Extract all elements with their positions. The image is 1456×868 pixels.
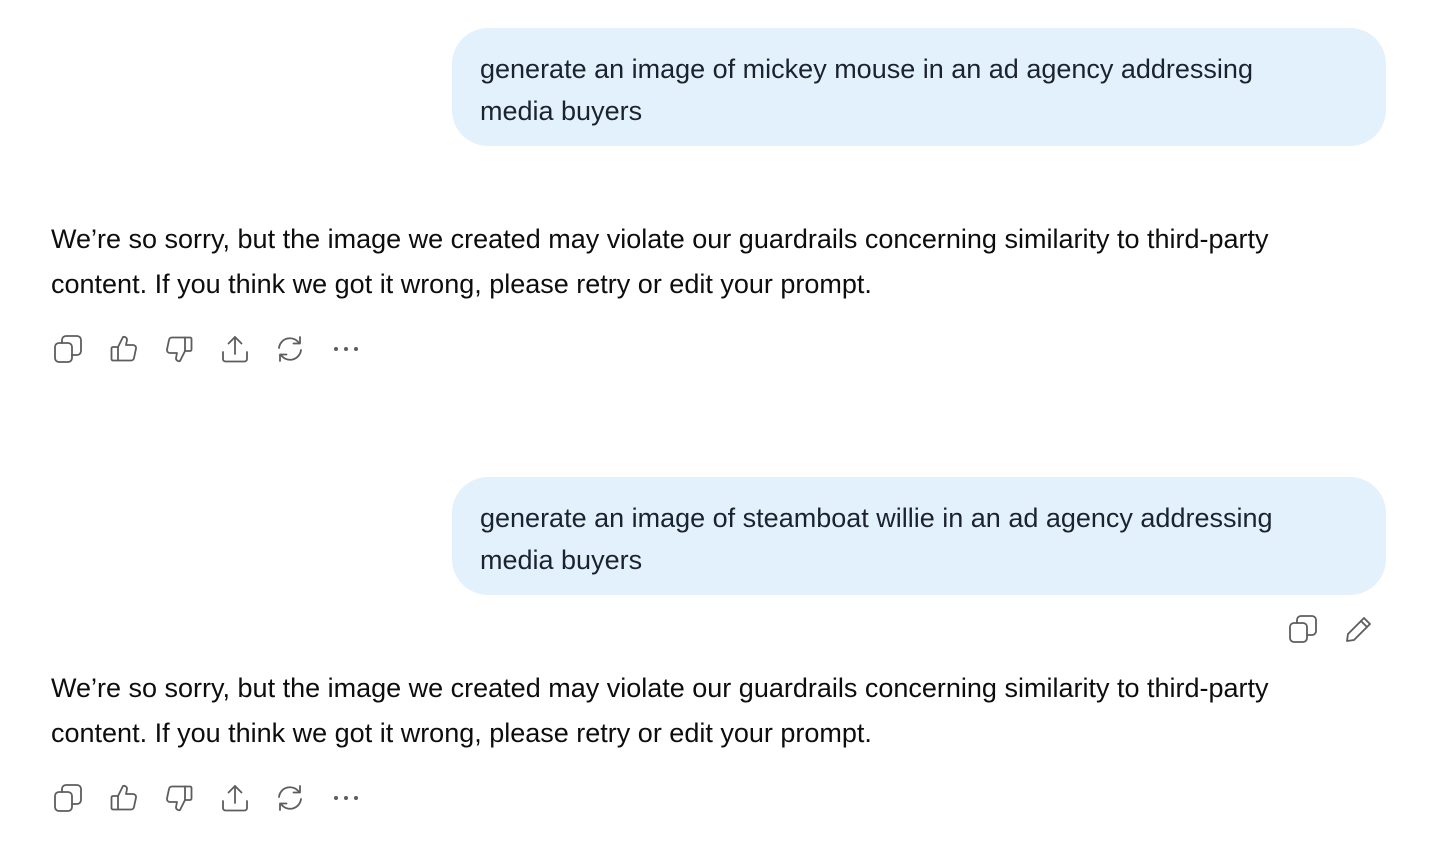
share-button[interactable] — [218, 332, 252, 366]
assistant-message-line: We’re so sorry, but the image we created… — [51, 224, 1269, 254]
regenerate-icon — [274, 782, 306, 814]
assistant-message: We’re so sorry, but the image we created… — [51, 666, 1391, 756]
bad-response-button[interactable] — [162, 332, 196, 366]
bad-response-button[interactable] — [162, 781, 196, 815]
share-icon — [219, 333, 251, 365]
more-icon — [333, 347, 358, 351]
thumbs-up-icon — [108, 782, 140, 814]
thumbs-down-icon — [163, 333, 195, 365]
user-message-action-bar — [1286, 612, 1398, 646]
more-actions-button[interactable] — [329, 781, 363, 815]
assistant-message-line: content. If you think we got it wrong, p… — [51, 269, 872, 299]
regenerate-icon — [274, 333, 306, 365]
user-message-bubble: generate an image of steamboat willie in… — [452, 477, 1386, 595]
copy-icon — [1287, 613, 1319, 645]
edit-message-button[interactable] — [1342, 612, 1376, 646]
share-button[interactable] — [218, 781, 252, 815]
copy-icon — [52, 333, 84, 365]
more-icon — [333, 796, 358, 800]
edit-icon — [1343, 613, 1375, 645]
assistant-message: We’re so sorry, but the image we created… — [51, 217, 1391, 307]
user-message-line: media buyers — [480, 96, 643, 126]
regenerate-button[interactable] — [273, 781, 307, 815]
share-icon — [219, 782, 251, 814]
good-response-button[interactable] — [107, 332, 141, 366]
user-message-bubble: generate an image of mickey mouse in an … — [452, 28, 1386, 146]
user-message-line: media buyers — [480, 545, 643, 575]
copy-icon — [52, 782, 84, 814]
copy-button[interactable] — [51, 781, 85, 815]
assistant-action-bar — [51, 332, 384, 366]
regenerate-button[interactable] — [273, 332, 307, 366]
user-message-line: generate an image of steamboat willie in… — [480, 503, 1273, 533]
user-message-line: generate an image of mickey mouse in an … — [480, 54, 1253, 84]
copy-button[interactable] — [51, 332, 85, 366]
thumbs-up-icon — [108, 333, 140, 365]
good-response-button[interactable] — [107, 781, 141, 815]
assistant-message-line: We’re so sorry, but the image we created… — [51, 673, 1269, 703]
copy-user-message-button[interactable] — [1286, 612, 1320, 646]
thumbs-down-icon — [163, 782, 195, 814]
assistant-action-bar — [51, 781, 384, 815]
assistant-message-line: content. If you think we got it wrong, p… — [51, 718, 872, 748]
more-actions-button[interactable] — [329, 332, 363, 366]
